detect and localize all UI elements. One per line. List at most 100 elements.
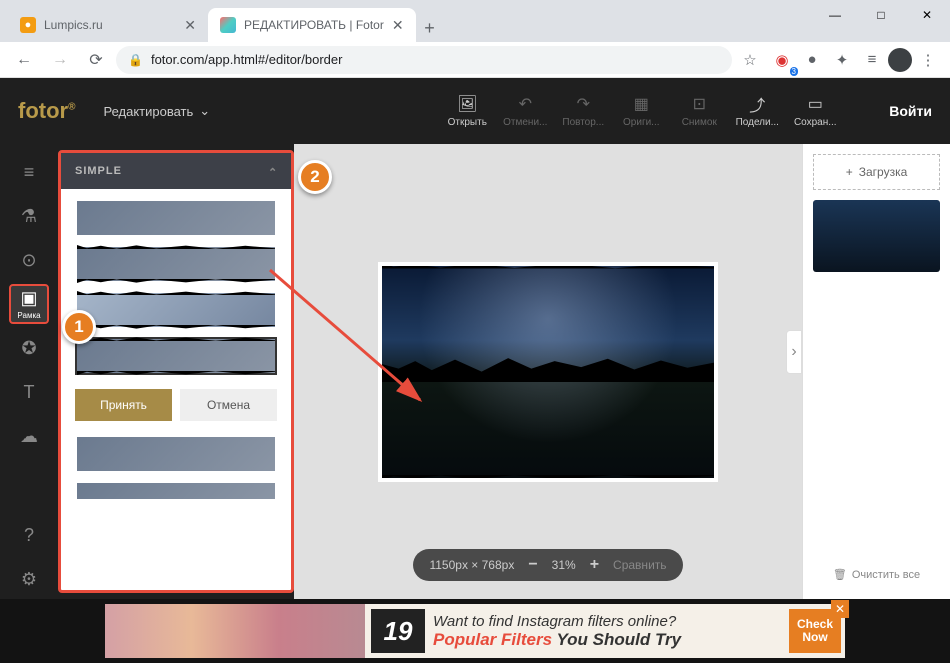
save-button[interactable]: ▭Сохран... bbox=[789, 94, 841, 128]
upload-button[interactable]: + Загрузка bbox=[813, 154, 940, 190]
ad-banner[interactable]: 19 Want to find Instagram filters online… bbox=[105, 604, 845, 658]
image-icon: 🖼 bbox=[457, 94, 477, 114]
camera-icon: ⊡ bbox=[689, 94, 709, 114]
undo-button[interactable]: ↶Отмени... bbox=[499, 94, 551, 128]
zoom-bar: 1150px × 768px − 31% + Сравнить bbox=[413, 549, 682, 581]
close-icon[interactable]: ✕ bbox=[392, 17, 404, 34]
annotation-marker: 1 bbox=[62, 310, 96, 344]
tab-title: РЕДАКТИРОВАТЬ | Fotor bbox=[244, 18, 384, 32]
image-thumbnail[interactable] bbox=[813, 200, 940, 272]
url-text: fotor.com/app.html#/editor/border bbox=[151, 52, 343, 67]
sidebar-adjust[interactable]: ≡ bbox=[9, 152, 49, 192]
annotation-marker: 2 bbox=[298, 160, 332, 194]
zoom-level: 31% bbox=[552, 558, 576, 572]
tab-title: Lumpics.ru bbox=[44, 18, 103, 32]
new-tab-button[interactable]: + bbox=[416, 14, 444, 42]
frame-panel: SIMPLE ⌄ Принять Отмена bbox=[58, 150, 294, 593]
forward-button[interactable]: → bbox=[44, 46, 76, 74]
chevron-up-icon: ⌄ bbox=[267, 165, 277, 178]
ad-bar: 19 Want to find Instagram filters online… bbox=[0, 599, 950, 663]
app-logo[interactable]: fotor® bbox=[18, 98, 75, 124]
mode-dropdown[interactable]: Редактировать ⌄ bbox=[103, 103, 210, 119]
gear-icon: ⚙ bbox=[21, 569, 37, 590]
panel-header[interactable]: SIMPLE ⌄ bbox=[61, 153, 291, 189]
browser-tab[interactable]: ● Lumpics.ru ✕ bbox=[8, 8, 208, 42]
ad-number: 19 bbox=[371, 609, 425, 653]
right-panel: + Загрузка 🗑 Очистить все bbox=[802, 144, 950, 599]
canvas-area: 1150px × 768px − 31% + Сравнить bbox=[294, 144, 802, 599]
sidebar-cloud[interactable]: ☁ bbox=[9, 416, 49, 456]
border-option[interactable] bbox=[75, 481, 277, 501]
minimize-button[interactable]: — bbox=[812, 0, 858, 30]
compare-button[interactable]: Сравнить bbox=[613, 558, 666, 572]
flask-icon: ⚗ bbox=[21, 206, 37, 227]
eye-icon: ⊙ bbox=[21, 250, 36, 271]
zoom-out-button[interactable]: − bbox=[528, 556, 537, 574]
favicon-icon: ● bbox=[20, 17, 36, 33]
canvas-image[interactable] bbox=[378, 262, 718, 482]
border-option[interactable] bbox=[75, 199, 277, 237]
sidebar-effects[interactable]: ⚗ bbox=[9, 196, 49, 236]
open-button[interactable]: 🖼Открыть bbox=[441, 94, 493, 128]
mode-label: Редактировать bbox=[103, 104, 193, 119]
original-button[interactable]: ▦Ориги... bbox=[615, 94, 667, 128]
accept-button[interactable]: Принять bbox=[75, 389, 172, 421]
collapse-handle[interactable]: › bbox=[786, 330, 802, 374]
menu-icon[interactable]: ⋮ bbox=[914, 46, 942, 74]
app-toolbar: 🖼Открыть ↶Отмени... ↷Повтор... ▦Ориги...… bbox=[441, 94, 841, 128]
original-icon: ▦ bbox=[631, 94, 651, 114]
help-icon: ? bbox=[24, 525, 34, 546]
bookmark-icon[interactable]: ☆ bbox=[736, 46, 764, 74]
redo-icon: ↷ bbox=[573, 94, 593, 114]
maximize-button[interactable]: □ bbox=[858, 0, 904, 30]
border-list[interactable]: Принять Отмена bbox=[61, 189, 291, 589]
sidebar-item-label: Рамка bbox=[17, 311, 40, 320]
clear-all-button[interactable]: 🗑 Очистить все bbox=[813, 560, 940, 589]
back-button[interactable]: ← bbox=[8, 46, 40, 74]
login-button[interactable]: Войти bbox=[889, 103, 932, 119]
share-button[interactable]: ⤴Подели... bbox=[731, 94, 783, 128]
lock-icon: 🔒 bbox=[128, 53, 143, 67]
ad-close-button[interactable]: ✕ bbox=[831, 600, 849, 618]
undo-icon: ↶ bbox=[515, 94, 535, 114]
text-icon: T bbox=[24, 382, 35, 403]
sidebar-stickers[interactable]: ✪ bbox=[9, 328, 49, 368]
border-option[interactable] bbox=[75, 245, 277, 283]
share-icon: ⤴ bbox=[747, 94, 767, 114]
zoom-in-button[interactable]: + bbox=[590, 556, 599, 574]
sidebar-settings[interactable]: ⚙ bbox=[9, 559, 49, 599]
sliders-icon: ≡ bbox=[24, 162, 35, 183]
reload-button[interactable]: ⟳ bbox=[80, 46, 112, 74]
border-option-selected[interactable] bbox=[75, 337, 277, 375]
workspace: ≡ ⚗ ⊙ ▣Рамка ✪ T ☁ ? ⚙ SIMPLE ⌄ Принять … bbox=[0, 144, 950, 599]
extension-icon[interactable]: ≡ bbox=[858, 46, 886, 74]
extension-icon[interactable]: ◉3 bbox=[768, 46, 796, 74]
extensions-menu-icon[interactable]: ✦ bbox=[828, 46, 856, 74]
panel-title: SIMPLE bbox=[75, 165, 122, 177]
app-header: fotor® Редактировать ⌄ 🖼Открыть ↶Отмени.… bbox=[0, 78, 950, 144]
trash-icon: 🗑 bbox=[833, 568, 847, 581]
sidebar-text[interactable]: T bbox=[9, 372, 49, 412]
profile-avatar[interactable] bbox=[888, 48, 912, 72]
extension-icon[interactable]: ● bbox=[798, 46, 826, 74]
sidebar-beauty[interactable]: ⊙ bbox=[9, 240, 49, 280]
sticker-icon: ✪ bbox=[21, 338, 36, 359]
sidebar-frame[interactable]: ▣Рамка bbox=[9, 284, 49, 324]
snapshot-button[interactable]: ⊡Снимок bbox=[673, 94, 725, 128]
redo-button[interactable]: ↷Повтор... bbox=[557, 94, 609, 128]
cancel-button[interactable]: Отмена bbox=[180, 389, 277, 421]
browser-tab-active[interactable]: РЕДАКТИРОВАТЬ | Fotor ✕ bbox=[208, 8, 416, 42]
save-icon: ▭ bbox=[805, 94, 825, 114]
window-close-button[interactable]: ✕ bbox=[904, 0, 950, 30]
ad-image bbox=[105, 604, 365, 658]
plus-icon: + bbox=[846, 165, 853, 179]
close-icon[interactable]: ✕ bbox=[184, 17, 196, 34]
left-sidebar: ≡ ⚗ ⊙ ▣Рамка ✪ T ☁ ? ⚙ bbox=[0, 144, 58, 599]
browser-titlebar: ● Lumpics.ru ✕ РЕДАКТИРОВАТЬ | Fotor ✕ +… bbox=[0, 0, 950, 42]
border-option[interactable] bbox=[75, 291, 277, 329]
sidebar-help[interactable]: ? bbox=[9, 515, 49, 555]
ad-text: Want to find Instagram filters online? P… bbox=[425, 611, 789, 652]
window-controls: — □ ✕ bbox=[812, 0, 950, 42]
address-bar[interactable]: 🔒 fotor.com/app.html#/editor/border bbox=[116, 46, 732, 74]
border-option[interactable] bbox=[75, 435, 277, 473]
